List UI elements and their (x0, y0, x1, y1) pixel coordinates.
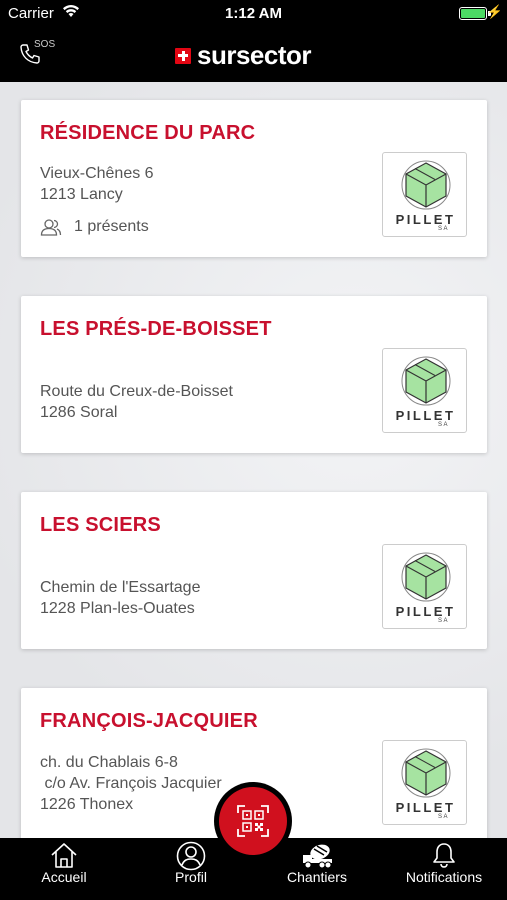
brand-logo: sursector (175, 40, 312, 71)
site-title: LES SCIERS (40, 514, 161, 536)
tab-label: Profil (175, 869, 207, 885)
sos-button[interactable]: SOS (18, 38, 58, 72)
company-logo: PILLET SA (382, 152, 467, 237)
tab-accueil[interactable]: Accueil (24, 838, 104, 900)
logo-text: PILLET (395, 800, 456, 815)
logo-sub: SA (438, 814, 450, 820)
sites-list[interactable]: RÉSIDENCE DU PARC Vieux-Chênes 6 1213 La… (0, 82, 507, 838)
people-icon (40, 219, 62, 236)
cube-logo-icon (401, 356, 451, 406)
presence-count: 1 présents (40, 218, 149, 236)
cube-logo-icon (401, 160, 451, 210)
qr-code-icon (237, 805, 269, 837)
cube-logo-icon (401, 748, 451, 798)
swiss-flag-icon (175, 47, 191, 64)
presence-label: 1 présents (74, 218, 149, 235)
logo-sub: SA (438, 618, 450, 624)
bell-icon (433, 843, 455, 868)
logo-text: PILLET (395, 604, 456, 619)
logo-text: PILLET (395, 408, 456, 423)
company-logo: PILLET SA (382, 740, 467, 825)
qr-scan-button[interactable] (214, 782, 292, 860)
profile-icon (176, 841, 206, 871)
concrete-mixer-icon (303, 844, 332, 869)
charging-icon: ⚡ (486, 4, 503, 19)
home-icon (51, 843, 77, 868)
company-logo: PILLET SA (382, 544, 467, 629)
tab-label: Chantiers (287, 869, 347, 885)
company-logo: PILLET SA (382, 348, 467, 433)
sos-label: SOS (34, 39, 56, 50)
tab-label: Notifications (405, 869, 483, 885)
site-address: Route du Creux-de-Boisset 1286 Soral (40, 383, 233, 421)
site-address: Chemin de l'Essartage 1228 Plan-les-Ouat… (40, 579, 201, 617)
battery-icon (459, 7, 487, 20)
status-bar: Carrier 1:12 AM ⚡ (0, 0, 507, 28)
app-header: SOS sursector (0, 28, 507, 82)
site-address: Vieux-Chênes 6 1213 Lancy (40, 165, 154, 203)
site-address: ch. du Chablais 6-8 c/o Av. François Jac… (40, 754, 222, 813)
logo-sub: SA (438, 226, 450, 232)
site-card[interactable]: LES SCIERS Chemin de l'Essartage 1228 Pl… (21, 492, 487, 649)
site-card[interactable]: RÉSIDENCE DU PARC Vieux-Chênes 6 1213 La… (21, 100, 487, 257)
tab-chantiers[interactable]: Chantiers (272, 838, 362, 900)
cube-logo-icon (401, 552, 451, 602)
tab-profil[interactable]: Profil (151, 838, 231, 900)
clock: 1:12 AM (225, 5, 282, 22)
logo-sub: SA (438, 422, 450, 428)
site-title: FRANÇOIS-JACQUIER (40, 710, 258, 732)
site-title: RÉSIDENCE DU PARC (40, 122, 256, 144)
logo-text: PILLET (395, 212, 456, 227)
tab-label: Accueil (41, 869, 87, 885)
site-title: LES PRÉS-DE-BOISSET (40, 318, 272, 340)
tab-notifications[interactable]: Notifications (394, 838, 494, 900)
brand-name: sursector (197, 40, 312, 70)
site-card[interactable]: LES PRÉS-DE-BOISSET Route du Creux-de-Bo… (21, 296, 487, 453)
